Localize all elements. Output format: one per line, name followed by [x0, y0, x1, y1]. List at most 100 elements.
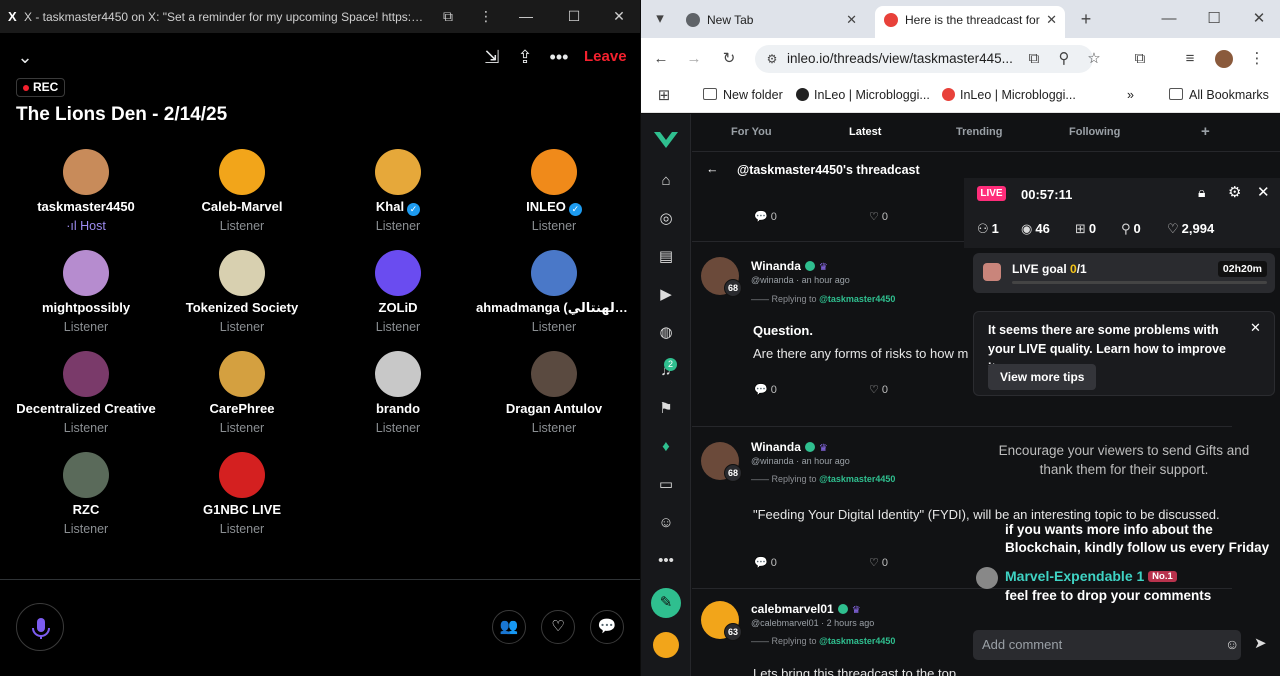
- forward-icon[interactable]: →: [685, 50, 703, 68]
- participant[interactable]: brando Listener: [320, 351, 476, 451]
- participant[interactable]: ahmadmanga (أحمد الهنتالي) Listener: [476, 250, 632, 350]
- video-icon[interactable]: ▶: [656, 285, 676, 305]
- tab-for-you[interactable]: For You: [731, 126, 772, 138]
- post-author[interactable]: calebmarvel01 ♛: [751, 602, 861, 616]
- avatar[interactable]: [375, 351, 421, 397]
- comment-count[interactable]: 💬 0: [754, 556, 777, 569]
- avatar[interactable]: [219, 452, 265, 498]
- like-count[interactable]: ♡ 0: [869, 210, 888, 223]
- reload-icon[interactable]: ↻: [720, 50, 738, 68]
- bookmark-icon[interactable]: ⚑: [656, 399, 676, 419]
- participant[interactable]: Tokenized Society Listener: [164, 250, 320, 350]
- compose-button[interactable]: ✎: [651, 588, 681, 618]
- react-heart-button[interactable]: ♡: [541, 610, 575, 644]
- new-tab-icon[interactable]: +: [1077, 10, 1095, 28]
- avatar[interactable]: [63, 250, 109, 296]
- participant[interactable]: G1NBC LIVE Listener: [164, 452, 320, 552]
- profile-icon[interactable]: ☺: [656, 513, 676, 533]
- user-avatar[interactable]: [653, 632, 679, 658]
- maximize-button[interactable]: ☐: [566, 8, 582, 24]
- avatar[interactable]: [531, 351, 577, 397]
- avatar[interactable]: [219, 149, 265, 195]
- avatar[interactable]: [375, 250, 421, 296]
- more-icon[interactable]: •••: [656, 551, 676, 571]
- leo-icon[interactable]: ♦: [656, 437, 676, 457]
- chat-avatar[interactable]: [976, 567, 998, 589]
- participant[interactable]: taskmaster4450 ·ıl Host: [8, 149, 164, 249]
- zoom-icon[interactable]: ⚲: [1055, 50, 1073, 68]
- maximize-button[interactable]: ☐: [1205, 10, 1223, 28]
- participant[interactable]: Decentralized Creative Listener: [8, 351, 164, 451]
- comment-count[interactable]: 💬 0: [754, 383, 777, 396]
- avatar[interactable]: [219, 250, 265, 296]
- wallet-icon[interactable]: ▭: [656, 475, 676, 495]
- close-tab-icon[interactable]: ✕: [846, 6, 857, 34]
- live-goal[interactable]: LIVE goal 0/1 02h20m: [973, 253, 1275, 293]
- more-bookmarks-icon[interactable]: »: [1127, 88, 1134, 102]
- explore-icon[interactable]: ◎: [656, 209, 676, 229]
- tab-threadcast[interactable]: Here is the threadcast for ✕: [875, 6, 1065, 38]
- open-in-app-icon[interactable]: ⧉: [1025, 50, 1043, 68]
- more-options-icon[interactable]: •••: [548, 46, 570, 68]
- post-author[interactable]: Winanda ♛: [751, 440, 828, 454]
- participant[interactable]: Caleb-Marvel Listener: [164, 149, 320, 249]
- like-count[interactable]: ♡ 0: [869, 556, 888, 569]
- participant[interactable]: Dragan Antulov Listener: [476, 351, 632, 451]
- more-icon[interactable]: ⋮: [478, 8, 494, 24]
- share-icon[interactable]: ⇪: [514, 46, 536, 68]
- minimize-button[interactable]: —: [518, 8, 534, 24]
- participant[interactable]: CarePhree Listener: [164, 351, 320, 451]
- participant[interactable]: mightpossibly Listener: [8, 250, 164, 350]
- view-more-tips-button[interactable]: View more tips: [988, 364, 1097, 390]
- participant[interactable]: INLEO ✓ Listener: [476, 149, 632, 249]
- close-tab-icon[interactable]: ✕: [1046, 6, 1057, 34]
- avatar[interactable]: [531, 250, 577, 296]
- back-arrow-icon[interactable]: ←: [706, 162, 719, 176]
- avatar[interactable]: [531, 149, 577, 195]
- bookmark-star-icon[interactable]: ☆: [1085, 50, 1103, 68]
- send-icon[interactable]: ➤: [1254, 634, 1267, 652]
- close-live-icon[interactable]: ✕: [1257, 183, 1270, 201]
- add-tab-icon[interactable]: +: [1201, 123, 1210, 140]
- tab-latest[interactable]: Latest: [849, 126, 881, 138]
- participant[interactable]: RZC Listener: [8, 452, 164, 552]
- back-icon[interactable]: ←: [652, 50, 670, 68]
- comment-count[interactable]: 💬 0: [754, 210, 777, 223]
- menu-icon[interactable]: ⋮: [1248, 50, 1266, 68]
- close-window-button[interactable]: ✕: [611, 8, 627, 24]
- mic-button[interactable]: [16, 603, 64, 651]
- tab-search-icon[interactable]: ▾: [651, 10, 669, 28]
- people-button[interactable]: 👥: [492, 610, 526, 644]
- chat-username[interactable]: Marvel-Expendable 1 No.1: [1005, 568, 1177, 584]
- close-tip-icon[interactable]: ✕: [1250, 320, 1261, 336]
- avatar[interactable]: [375, 149, 421, 195]
- extensions-icon[interactable]: ⧉: [1131, 50, 1149, 68]
- extensions-icon[interactable]: ⧉: [440, 8, 456, 24]
- lock-icon[interactable]: 🔒︎: [1198, 184, 1205, 201]
- bookmark-inleo-1[interactable]: InLeo | Microbloggi...: [796, 88, 930, 102]
- comment-input[interactable]: Add comment: [973, 630, 1241, 660]
- participant[interactable]: ZOLiD Listener: [320, 250, 476, 350]
- minimize-button[interactable]: —: [1160, 10, 1178, 28]
- bookmark-inleo-2[interactable]: InLeo | Microbloggi...: [942, 88, 1076, 102]
- news-icon[interactable]: ▤: [656, 247, 676, 267]
- apps-grid-icon[interactable]: ⊞: [655, 87, 673, 105]
- globe-icon[interactable]: ◍: [656, 323, 676, 343]
- avatar[interactable]: [63, 351, 109, 397]
- avatar[interactable]: [63, 149, 109, 195]
- participant[interactable]: Khal ✓ Listener: [320, 149, 476, 249]
- tab-new-tab[interactable]: New Tab ✕: [677, 6, 865, 38]
- profile-avatar[interactable]: [1215, 50, 1233, 68]
- settings-icon[interactable]: ⚙: [1228, 183, 1241, 201]
- tab-trending[interactable]: Trending: [956, 126, 1002, 138]
- emoji-icon[interactable]: ☺: [1225, 636, 1239, 652]
- bookmark-all[interactable]: All Bookmarks: [1169, 88, 1269, 102]
- avatar[interactable]: [219, 351, 265, 397]
- like-count[interactable]: ♡ 0: [869, 383, 888, 396]
- avatar[interactable]: [63, 452, 109, 498]
- close-window-button[interactable]: ✕: [1250, 10, 1268, 28]
- comment-button[interactable]: 💬: [590, 610, 624, 644]
- media-control-icon[interactable]: ≡: [1181, 50, 1199, 68]
- leave-button[interactable]: Leave: [584, 48, 627, 65]
- collapse-chevron-icon[interactable]: ⌄: [14, 46, 36, 68]
